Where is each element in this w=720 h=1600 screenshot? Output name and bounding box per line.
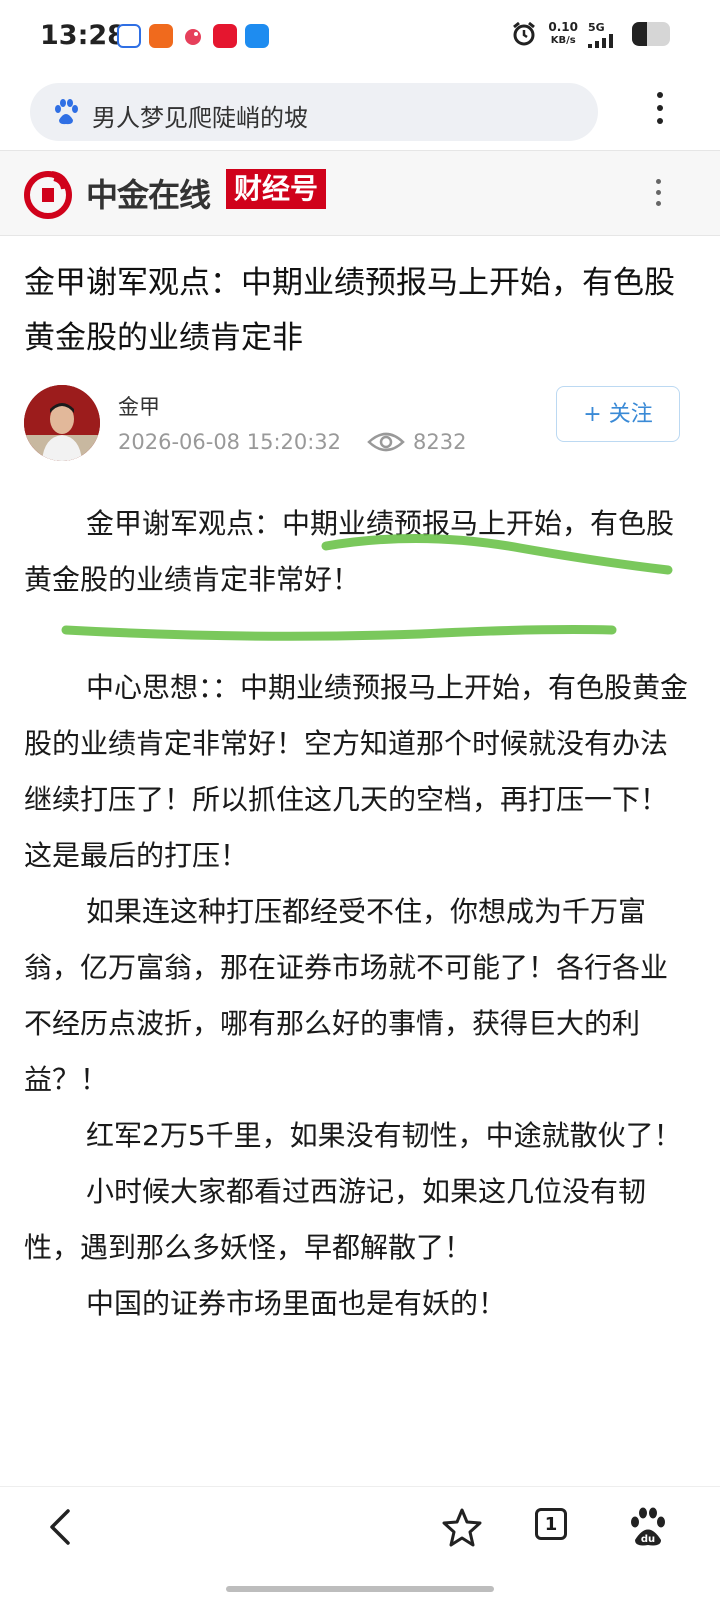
blue-app-notification-icon — [245, 24, 269, 48]
pinduoduo-notification-icon — [213, 24, 237, 48]
publisher-more-icon[interactable] — [648, 179, 668, 219]
author-name[interactable]: 金甲 — [118, 391, 160, 421]
article-paragraph: 小时候大家都看过西游记，如果这几位没有韧性，遇到那么多妖怪，早都解散了！ — [24, 1175, 647, 1264]
search-bar[interactable]: 男人梦见爬陡峭的坡 — [30, 83, 598, 141]
baidu-paw-icon — [55, 99, 78, 125]
status-time: 13:28 — [40, 20, 126, 51]
back-arrow-icon[interactable] — [40, 1505, 84, 1549]
publisher-bar[interactable]: 中金在线 财经号 — [0, 150, 720, 236]
article-paragraph: 中心思想：：中期业绩预报马上开始，有色股黄金股的业绩肯定非常好！空方知道那个时候… — [24, 671, 689, 872]
view-count: 8232 — [413, 430, 467, 454]
more-menu-icon[interactable] — [648, 92, 672, 132]
publisher-name: 中金在线 — [86, 176, 211, 214]
tab-count: 1 — [535, 1508, 567, 1540]
network-speed-value: 0.10 — [548, 20, 578, 34]
bottom-navigation: 1 du — [0, 1486, 720, 1567]
article-title: 金甲谢军观点：中期业绩预报马上开始，有色股黄金股的业绩肯定非 — [24, 265, 675, 356]
tabs-button[interactable]: 1 — [532, 1505, 576, 1549]
article-body: 金甲谢军观点：中期业绩预报马上开始，有色股黄金股的业绩肯定非常好！ 中心思想：：… — [24, 496, 688, 1332]
article-paragraph: 如果连这种打压都经受不住，你想成为千万富翁，亿万富翁，那在证券市场就不可能了！各… — [24, 895, 669, 1096]
status-bar: 13:28 0.10 KB/s 5G — [0, 0, 720, 76]
home-indicator[interactable] — [226, 1586, 494, 1592]
network-speed-unit: KB/s — [550, 35, 576, 46]
battery-icon — [632, 22, 670, 46]
publish-datetime: 2026-06-08 15:20:32 — [118, 430, 342, 454]
network-type: 5G — [588, 20, 605, 34]
publisher-tag: 财经号 — [226, 169, 327, 209]
svg-text:du: du — [641, 1534, 655, 1545]
article-paragraph: 金甲谢军观点：中期业绩预报马上开始，有色股黄金股的业绩肯定非常好！ — [24, 507, 675, 596]
favorite-star-icon[interactable] — [440, 1505, 484, 1549]
send-app-notification-icon — [149, 24, 173, 48]
views-eye-icon — [367, 432, 405, 452]
baidu-notification-icon — [117, 24, 141, 48]
bird-app-notification-icon — [181, 24, 205, 48]
article-paragraph: 中国的证券市场里面也是有妖的！ — [86, 1287, 507, 1320]
network-speed: 0.10 KB/s — [548, 21, 578, 47]
baidu-home-icon[interactable]: du — [626, 1505, 670, 1549]
notification-icons — [117, 24, 269, 48]
signal-strength-icon — [588, 33, 613, 48]
author-avatar[interactable] — [24, 385, 100, 461]
alarm-clock-icon — [513, 21, 536, 46]
article-meta: 2026-06-08 15:20:32 8232 — [118, 430, 467, 454]
zhongjin-logo-icon — [24, 171, 72, 219]
follow-button[interactable]: + 关注 — [556, 386, 680, 442]
search-query: 男人梦见爬陡峭的坡 — [92, 104, 308, 132]
article-paragraph: 红军2万5千里，如果没有韧性，中途就散伙了！ — [86, 1119, 682, 1152]
